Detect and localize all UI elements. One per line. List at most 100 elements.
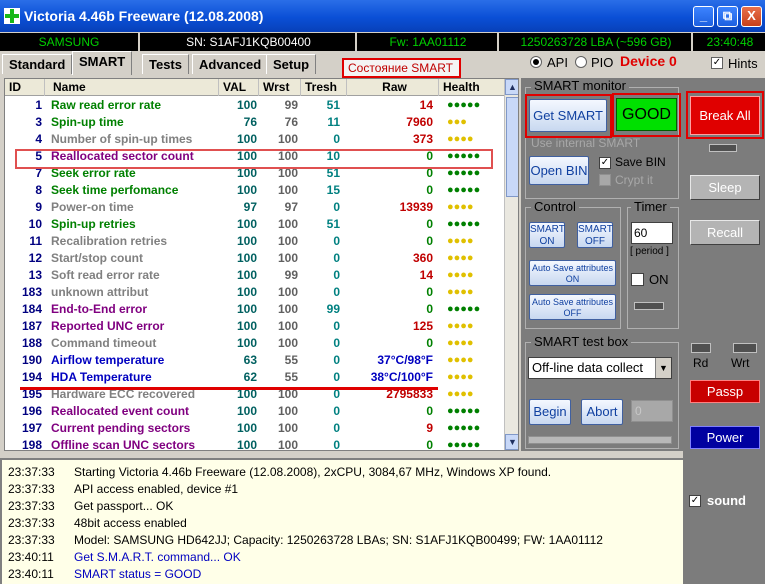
chevron-down-icon[interactable]: ▼ (655, 358, 671, 378)
log-time: 23:40:11 (8, 550, 54, 564)
hints-checkbox[interactable]: ✓ (711, 57, 723, 69)
minimize-button[interactable]: _ (693, 6, 714, 27)
tab-tests[interactable]: Tests (142, 54, 189, 74)
autosave-on-button[interactable]: Auto Save attributes ON (529, 260, 616, 286)
table-row[interactable]: 9 Power-on time 97 97 0 13939 ●●●● (5, 199, 505, 216)
cell-tresh: 51 (326, 98, 340, 112)
cell-name: HDA Temperature (51, 370, 152, 384)
smart-off-button[interactable]: SMART OFF (577, 222, 613, 248)
tab-standard[interactable]: Standard (2, 54, 73, 74)
scroll-up-icon[interactable]: ▲ (505, 79, 518, 95)
open-bin-button[interactable]: Open BIN (529, 156, 589, 185)
tab-setup[interactable]: Setup (266, 54, 317, 74)
scroll-down-icon[interactable]: ▼ (505, 434, 518, 450)
table-row[interactable]: 184 End-to-End error 100 100 99 0 ●●●●● (5, 301, 505, 318)
cell-tresh: 0 (333, 234, 340, 248)
log-line: 23:37:33 48bit access enabled (8, 515, 187, 532)
col-health[interactable]: Health (439, 79, 505, 96)
cell-health: ●●●●● (447, 184, 481, 196)
save-bin-checkbox[interactable]: ✓ (599, 157, 611, 169)
cell-tresh: 0 (333, 285, 340, 299)
table-row[interactable]: 12 Start/stop count 100 100 0 360 ●●●● (5, 250, 505, 267)
cell-wrst: 100 (277, 302, 298, 316)
col-raw[interactable]: Raw (347, 79, 439, 96)
cell-id: 1 (35, 98, 42, 112)
col-wrst[interactable]: Wrst (259, 79, 301, 96)
cell-health: ●●●● (447, 235, 474, 247)
api-radio[interactable] (530, 56, 542, 68)
cell-health: ●●●● (447, 371, 474, 383)
test-type-select[interactable]: Off-line data collect ▼ (528, 357, 672, 379)
log-message: API access enabled, device #1 (74, 482, 239, 496)
passp-button[interactable]: Passp (690, 380, 760, 403)
cell-tresh: 0 (333, 404, 340, 418)
table-row[interactable]: 8 Seek time perfomance 100 100 15 0 ●●●●● (5, 182, 505, 199)
api-label: API (547, 55, 568, 70)
cell-id: 184 (21, 302, 42, 316)
table-row[interactable]: 3 Spin-up time 76 76 11 7960 ●●● (5, 114, 505, 131)
scroll-thumb[interactable] (506, 97, 518, 197)
col-tresh[interactable]: Tresh (301, 79, 347, 96)
table-row[interactable]: 183 unknown attribut 100 100 0 0 ●●●● (5, 284, 505, 301)
table-row[interactable]: 198 Offline scan UNC sectors 100 100 0 0 ●●●●● (5, 437, 505, 451)
cell-tresh: 0 (333, 438, 340, 451)
cell-wrst: 55 (284, 370, 298, 384)
break-all-button[interactable]: Break All (690, 96, 760, 135)
table-row[interactable]: 196 Reallocated event count 100 100 0 0 ●●●●● (5, 403, 505, 420)
close-button[interactable]: X (741, 6, 762, 27)
cell-health: ●●●● (447, 133, 474, 145)
table-row[interactable]: 190 Airflow temperature 63 55 0 37°C/98°F ●●●● (5, 352, 505, 369)
drive-capacity: 1250263728 LBA (~596 GB) (501, 33, 693, 51)
recall-button[interactable]: Recall (690, 220, 760, 245)
timer-title: Timer (631, 199, 670, 214)
power-button[interactable]: Power (690, 426, 760, 449)
use-internal-smart-label[interactable]: Use internal SMART (531, 136, 640, 150)
table-row[interactable]: 11 Recalibration retries 100 100 0 0 ●●●● (5, 233, 505, 250)
restore-button[interactable]: ⧉ (717, 6, 738, 27)
vertical-scrollbar[interactable]: ▲ ▼ (504, 79, 518, 450)
cell-health: ●●●● (447, 320, 474, 332)
table-row[interactable]: 4 Number of spin-up times 100 100 0 373 ●●●● (5, 131, 505, 148)
autosave-off-button[interactable]: Auto Save attributes OFF (529, 294, 616, 320)
tab-smart[interactable]: SMART (72, 51, 133, 75)
save-bin-label: Save BIN (615, 155, 666, 169)
table-row[interactable]: 13 Soft read error rate 100 99 0 14 ●●●● (5, 267, 505, 284)
table-row[interactable]: 197 Current pending sectors 100 100 0 9 ●●●●● (5, 420, 505, 437)
cell-raw: 0 (426, 404, 433, 418)
smart-on-button[interactable]: SMART ON (529, 222, 565, 248)
tab-advanced[interactable]: Advanced (192, 54, 269, 74)
crypt-checkbox[interactable] (599, 174, 611, 186)
col-val[interactable]: VAL (219, 79, 259, 96)
cell-wrst: 100 (277, 217, 298, 231)
table-row[interactable]: 188 Command timeout 100 100 0 0 ●●●● (5, 335, 505, 352)
sound-label: sound (707, 493, 746, 508)
col-id[interactable]: ID (5, 79, 45, 96)
cell-raw: 373 (412, 132, 433, 146)
abort-button[interactable]: Abort (581, 399, 623, 425)
cell-id: 187 (21, 319, 42, 333)
cell-wrst: 55 (284, 353, 298, 367)
cell-raw: 14 (419, 268, 433, 282)
timer-period-input[interactable]: 60 (631, 222, 673, 244)
sleep-button[interactable]: Sleep (690, 175, 760, 200)
log-message: Model: SAMSUNG HD642JJ; Capacity: 125026… (74, 533, 603, 547)
get-smart-button[interactable]: Get SMART (529, 99, 607, 132)
table-row[interactable]: 194 HDA Temperature 62 55 0 38°C/100°F ●●●● (5, 369, 505, 386)
timer-on-checkbox[interactable] (631, 273, 644, 286)
pio-radio[interactable] (575, 56, 587, 68)
log-time: 23:37:33 (8, 516, 55, 530)
test-lba-input[interactable]: 0 (631, 400, 673, 422)
table-header: ID Name VAL Wrst Tresh Raw Health (5, 79, 505, 96)
begin-button[interactable]: Begin (529, 399, 571, 425)
table-row[interactable]: 1 Raw read error rate 100 99 51 14 ●●●●● (5, 97, 505, 114)
table-row[interactable]: 10 Spin-up retries 100 100 51 0 ●●●●● (5, 216, 505, 233)
cell-raw: 0 (426, 302, 433, 316)
col-name[interactable]: Name (49, 79, 219, 96)
table-row[interactable]: 187 Reported UNC error 100 100 0 125 ●●●● (5, 318, 505, 335)
sound-checkbox[interactable]: ✓ (689, 495, 701, 507)
cell-id: 3 (35, 115, 42, 129)
cell-val: 100 (236, 336, 257, 350)
log-message: Get passport... OK (74, 499, 174, 513)
smart-status-indicator: GOOD (616, 98, 677, 131)
cell-val: 100 (236, 217, 257, 231)
